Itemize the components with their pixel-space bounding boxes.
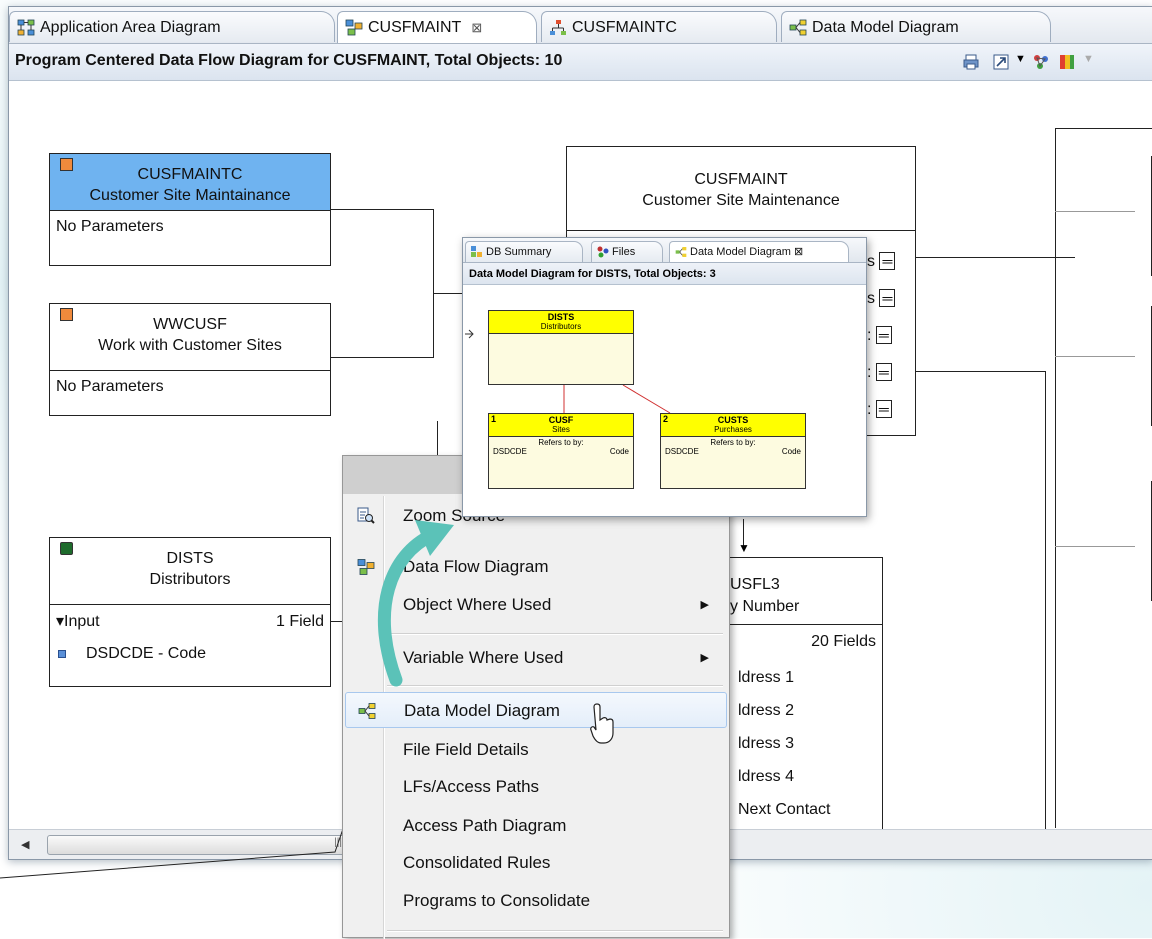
node-header: DISTS Distributors — [50, 538, 330, 605]
field-row[interactable]: Next Contact — [738, 793, 882, 826]
connector-line — [433, 209, 434, 358]
field-row[interactable]: ldress 4 — [738, 760, 882, 793]
menu-item-consolidated-rules[interactable]: Consolidated Rules — [345, 845, 727, 881]
close-tab-icon[interactable]: ⊠ — [471, 20, 482, 35]
connector-line — [1055, 211, 1135, 212]
application-area-icon — [17, 19, 35, 36]
field-row[interactable]: ldress 1 — [738, 661, 882, 694]
field-icon — [58, 650, 66, 658]
field-count: 20 Fields — [710, 624, 882, 661]
menu-item-lfs-access-paths[interactable]: LFs/Access Paths — [345, 769, 727, 805]
connector-line — [1055, 128, 1152, 129]
tab-data-model-diagram[interactable]: Data Model Diagram — [781, 11, 1051, 42]
entity-cusf[interactable]: 1 CUSF Sites Refers to by: DSDCDE Code — [488, 413, 634, 489]
diagram-title: Program Centered Data Flow Diagram for C… — [15, 52, 563, 69]
annotation-arrow — [377, 520, 454, 687]
data-model-icon — [358, 703, 376, 719]
data-model-popup: DB Summary Files Data Model Diagram ⊠ Da… — [462, 237, 867, 517]
menu-item-access-path-diagram[interactable]: Access Path Diagram — [345, 808, 727, 844]
entity-header: 2 CUSTS Purchases — [661, 414, 805, 437]
arrow-head-icon: ▼ — [738, 541, 750, 555]
tab-cusfmaint[interactable]: CUSFMAINT ⊠ — [337, 11, 537, 43]
submenu-arrow-icon: ▶ — [700, 652, 709, 664]
dropdown-arrow-icon[interactable]: ▼ — [1083, 53, 1094, 65]
field-list: ldress 1 ldress 2 ldress 3 ldress 4 Next… — [710, 661, 882, 826]
tab-cusfmaintc[interactable]: CUSFMAINTC — [541, 11, 777, 42]
file-node-dists[interactable]: DISTS Distributors ▾Input 1 Field DSDCDE… — [49, 537, 331, 687]
editor-tabbar: Application Area Diagram CUSFMAINT ⊠ CUSF… — [9, 7, 1152, 44]
entity-header: DISTS Distributors — [489, 311, 633, 334]
field-row[interactable]: DSDCDE - Code — [50, 639, 330, 673]
program-icon — [60, 158, 73, 171]
node-rows: s ═ s ═ : ═ : ═ : ═ — [867, 243, 896, 428]
input-label: ▾Input — [56, 613, 100, 630]
connector-line — [1055, 128, 1056, 828]
node-header: CUSFMAINT Customer Site Maintenance — [567, 147, 915, 231]
export-icon[interactable] — [993, 54, 1009, 70]
tab-application-area-diagram[interactable]: Application Area Diagram — [9, 11, 335, 42]
node-header: WWCUSF Work with Customer Sites — [50, 304, 330, 371]
layout-icon[interactable] — [1033, 54, 1049, 70]
connector-line — [329, 357, 434, 358]
menu-separator — [387, 930, 723, 932]
field-count: 1 Field — [275, 613, 324, 630]
diagram-title-bar: Program Centered Data Flow Diagram for C… — [9, 44, 1152, 81]
program-icon — [60, 308, 73, 321]
print-icon[interactable] — [963, 54, 979, 70]
connector-line — [1055, 546, 1135, 547]
entity-dists[interactable]: DISTS Distributors — [488, 310, 634, 385]
connector-line — [329, 209, 434, 210]
data-model-icon — [789, 19, 807, 36]
file-node-cusfl3[interactable]: USFL3 y Number 20 Fields ldress 1 ldress… — [709, 557, 883, 857]
menu-item-programs-to-consolidate[interactable]: Programs to Consolidate — [345, 883, 727, 919]
mouse-pointer-icon — [590, 703, 614, 744]
hierarchy-icon — [550, 20, 566, 35]
file-icon — [60, 542, 73, 555]
entity-header: 1 CUSF Sites — [489, 414, 633, 437]
menu-item-data-model-diagram[interactable]: Data Model Diagram — [345, 692, 727, 728]
input-row[interactable]: ▾Input 1 Field — [50, 605, 330, 639]
node-header: CUSFMAINTC Customer Site Maintainance — [50, 154, 330, 211]
program-node-cusfmaintc[interactable]: CUSFMAINTC Customer Site Maintainance No… — [49, 153, 331, 266]
connector-line — [1045, 371, 1046, 831]
color-legend-icon[interactable] — [1059, 54, 1075, 70]
node-parameters: No Parameters — [56, 378, 164, 395]
data-flow-icon — [345, 19, 363, 36]
connector-line — [915, 257, 1075, 258]
connector-line — [1055, 356, 1135, 357]
submenu-arrow-icon: ▶ — [700, 599, 709, 611]
dropdown-arrow-icon[interactable]: ▼ — [1015, 53, 1026, 65]
program-node-wwcusf[interactable]: WWCUSF Work with Customer Sites No Param… — [49, 303, 331, 416]
callout-line — [0, 721, 385, 879]
node-parameters: No Parameters — [56, 218, 164, 235]
node-header: USFL3 y Number — [730, 576, 800, 615]
entity-custs[interactable]: 2 CUSTS Purchases Refers to by: DSDCDE C… — [660, 413, 806, 489]
field-row[interactable]: ldress 3 — [738, 727, 882, 760]
connector-line — [915, 371, 1045, 372]
menu-item-file-field-details[interactable]: File Field Details — [345, 732, 727, 768]
field-row[interactable]: ldress 2 — [738, 694, 882, 727]
